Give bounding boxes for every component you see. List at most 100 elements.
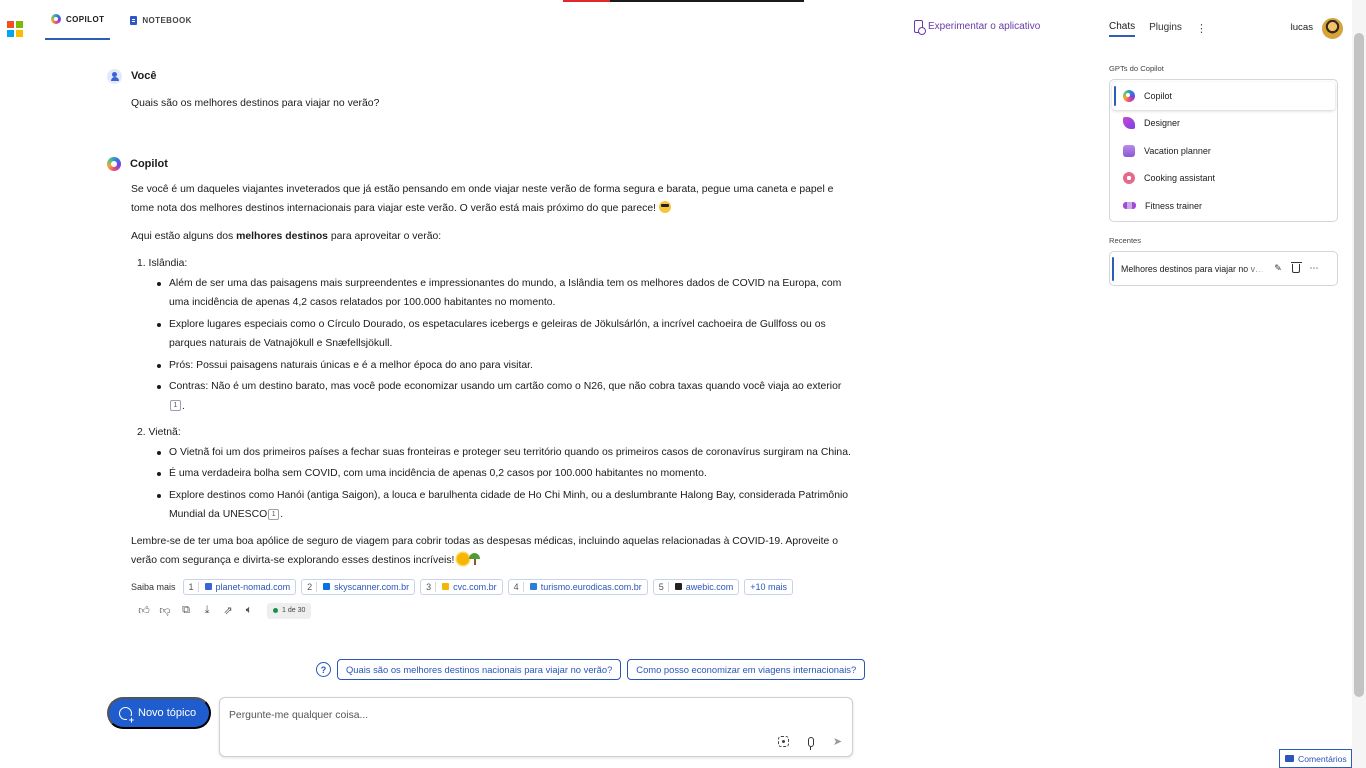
copilot-icon: [1123, 89, 1135, 102]
bot-lead: Aqui estão alguns dos melhores destinos …: [131, 227, 857, 247]
more-sources-button[interactable]: +10 mais: [744, 578, 794, 595]
skyscanner-favicon-icon: [323, 583, 331, 590]
source-domain: planet-nomad.com: [215, 581, 291, 592]
visual-search-icon[interactable]: [777, 735, 790, 748]
copilot-avatar-icon: [107, 156, 121, 171]
response-actions: 👍︎ 👎︎ ⧉ ⤓ ⇗ 🔈︎ 1 de 30: [107, 602, 857, 619]
gpt-item-designer[interactable]: Designer: [1112, 110, 1335, 138]
bot-outro: Lembre-se de ter uma boa apólice de segu…: [131, 532, 857, 571]
feedback-chat-icon: [1285, 755, 1294, 762]
recent-chat-title: Melhores destinos para viajar no verão: [1121, 263, 1267, 274]
source-domain: cvc.com.br: [453, 581, 497, 592]
awebic-favicon-icon: [674, 583, 682, 590]
sun-emoji-icon: [457, 553, 470, 565]
tab-copilot[interactable]: COPILOT: [45, 0, 111, 40]
new-topic-label: Novo tópico: [138, 707, 197, 719]
gpt-item-label: Fitness trainer: [1145, 200, 1203, 211]
help-question-icon[interactable]: ?: [316, 662, 331, 677]
tab-notebook[interactable]: NOTEBOOK: [124, 0, 197, 40]
list-item: O Vietnã foi um dos primeiros países a f…: [157, 443, 857, 463]
user-avatar-icon: [107, 68, 122, 84]
gpt-item-label: Cooking assistant: [1144, 173, 1216, 184]
source-chip[interactable]: 2 skyscanner.com.br: [301, 578, 416, 595]
planet-nomad-favicon-icon: [204, 583, 212, 590]
bullet-list: Além de ser uma das paisagens mais surpr…: [157, 274, 857, 417]
bot-author: Copilot: [130, 157, 168, 170]
bot-message-body: Se você é um daqueles viajantes invetera…: [107, 180, 857, 571]
conversation: Você Quais são os melhores destinos para…: [107, 66, 857, 619]
copy-icon[interactable]: ⧉: [179, 604, 193, 618]
source-number: 2: [307, 581, 318, 592]
recent-section-label: Recentes: [1109, 236, 1142, 245]
recent-chat-actions: ✎ ⋯: [1273, 262, 1319, 275]
notebook-icon: [130, 15, 138, 25]
top-accent-bar: [563, 0, 610, 2]
try-app-link[interactable]: Experimentar o aplicativo: [914, 20, 1040, 35]
list-item: Além de ser uma das paisagens mais surpr…: [157, 274, 857, 313]
composer-tools: ➤: [777, 735, 844, 750]
microsoft-logo-icon[interactable]: [7, 21, 23, 37]
section-title: 1. Islândia:: [137, 258, 188, 269]
palm-tree-emoji-icon: [469, 553, 481, 565]
response-count-badge: 1 de 30: [267, 602, 312, 619]
more-options-icon[interactable]: ⋮: [1196, 24, 1207, 35]
send-icon[interactable]: ➤: [831, 735, 844, 748]
source-chip[interactable]: 1 planet-nomad.com: [182, 578, 297, 595]
bot-outro-text: Lembre-se de ter uma boa apólice de segu…: [131, 535, 838, 567]
microphone-icon[interactable]: [804, 735, 817, 750]
source-domain: skyscanner.com.br: [334, 581, 410, 592]
citation-badge[interactable]: 1: [268, 508, 280, 520]
bot-lead-post: para aproveitar o verão:: [327, 230, 442, 242]
gpt-item-copilot[interactable]: Copilot: [1112, 82, 1335, 110]
cvc-favicon-icon: [442, 583, 450, 590]
citation-badge[interactable]: 1: [170, 400, 181, 412]
export-icon[interactable]: ⤓: [200, 604, 214, 618]
gpt-item-vacation-planner[interactable]: Vacation planner: [1112, 137, 1335, 165]
suggestion-chip[interactable]: Como posso economizar em viagens interna…: [627, 659, 866, 680]
source-number: 4: [514, 581, 524, 592]
bullet-list: O Vietnã foi um dos primeiros países a f…: [157, 443, 857, 525]
feedback-button[interactable]: Comentários: [1279, 749, 1352, 768]
bot-lead-bold: melhores destinos: [236, 230, 328, 242]
tab-chats[interactable]: Chats: [1109, 21, 1136, 37]
read-aloud-icon[interactable]: 🔈︎: [242, 604, 256, 618]
list-item: Explore destinos como Hanói (antiga Saig…: [157, 486, 857, 525]
tab-plugins[interactable]: Plugins: [1149, 22, 1182, 36]
delete-trash-icon[interactable]: [1290, 262, 1302, 275]
source-number: 5: [659, 581, 669, 592]
source-chip[interactable]: 4 turismo.eurodicas.com.br: [507, 578, 648, 595]
new-topic-button[interactable]: Novo tópico: [107, 697, 211, 729]
tab-notebook-label: NOTEBOOK: [142, 15, 192, 25]
bot-intro-text: Se você é um daqueles viajantes invetera…: [131, 183, 834, 215]
source-number: 1: [189, 581, 199, 592]
bot-lead-pre: Aqui estão alguns dos: [131, 230, 237, 242]
suggestion-chip[interactable]: Quais são os melhores destinos nacionais…: [337, 659, 622, 680]
user-name[interactable]: lucas: [1291, 22, 1313, 33]
scrollbar-thumb[interactable]: [1354, 33, 1364, 697]
more-horizontal-icon[interactable]: ⋯: [1309, 263, 1319, 274]
new-chat-icon: [119, 706, 136, 725]
thumbs-down-icon[interactable]: 👎︎: [158, 604, 172, 618]
tab-copilot-label: COPILOT: [66, 14, 105, 24]
source-chip[interactable]: 5 awebic.com: [652, 578, 740, 595]
user-avatar[interactable]: [1322, 18, 1343, 39]
right-panel-header: Chats Plugins ⋮ lucas: [1109, 18, 1343, 40]
source-domain: awebic.com: [685, 581, 734, 592]
edit-pencil-icon[interactable]: ✎: [1273, 263, 1283, 274]
chat-input[interactable]: [229, 706, 829, 724]
designer-icon: [1123, 117, 1135, 130]
feedback-label: Comentários: [1298, 753, 1347, 764]
source-chip[interactable]: 3 cvc.com.br: [420, 578, 503, 595]
suggestions-bar: ? Quais são os melhores destinos naciona…: [316, 659, 866, 680]
user-author: Você: [131, 70, 157, 82]
list-section-vietnam: 2. Vietnã: O Vietnã foi um dos primeiros…: [137, 423, 857, 525]
top-navigation: COPILOT NOTEBOOK: [45, 0, 212, 42]
user-message-header: Você: [107, 66, 857, 86]
recent-chat-item[interactable]: Melhores destinos para viajar no verão ✎…: [1112, 254, 1335, 283]
gpt-item-fitness-trainer[interactable]: Fitness trainer: [1112, 192, 1335, 220]
thumbs-up-icon[interactable]: 👍︎: [137, 604, 151, 618]
source-number: 3: [426, 581, 437, 592]
gpt-item-cooking-assistant[interactable]: Cooking assistant: [1112, 165, 1335, 193]
user-message: Você Quais são os melhores destinos para…: [107, 66, 857, 114]
share-icon[interactable]: ⇗: [221, 604, 235, 618]
